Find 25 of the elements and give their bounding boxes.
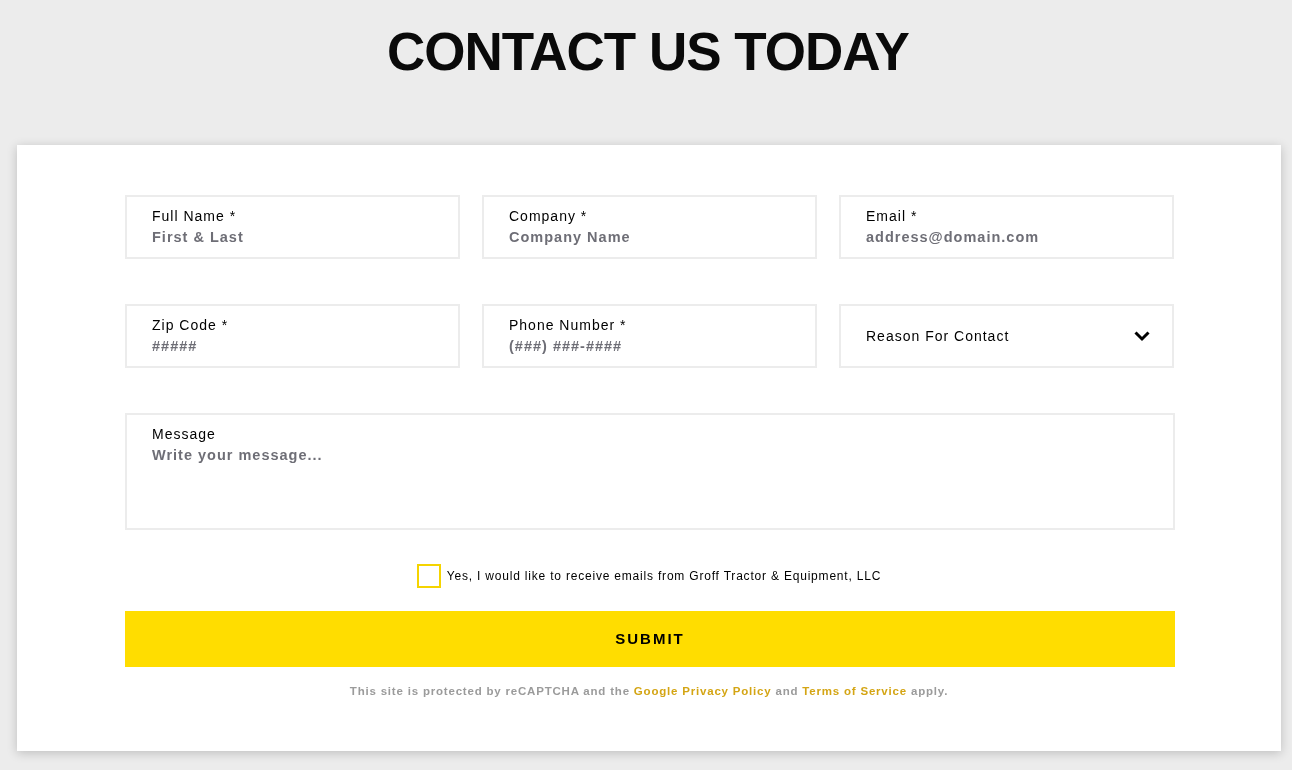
- field-label: Company *: [509, 207, 589, 225]
- field-label: Full Name *: [152, 207, 238, 225]
- checkbox-label: Yes, I would like to receive emails from Groff Tractor & Equipment, LLC: [446, 568, 882, 585]
- recaptcha-notice: This site is protected by reCAPTCHA and the Google Privacy Policy and Terms of Service apply.: [348, 684, 950, 699]
- message-field[interactable]: Message Write your message...: [125, 413, 1175, 530]
- dropdown[interactable]: Reason For Contact: [839, 304, 1174, 368]
- field-label: Email *: [866, 207, 919, 225]
- text-input[interactable]: #####: [152, 336, 448, 358]
- text-input[interactable]: Company Name: [509, 227, 805, 249]
- text-input[interactable]: address@domain.com: [866, 227, 1162, 249]
- input-field[interactable]: Phone Number * (###) ###-####: [482, 304, 817, 368]
- chevron-down-icon: [1134, 330, 1150, 342]
- input-field[interactable]: Zip Code * #####: [125, 304, 460, 368]
- message-input[interactable]: Write your message...: [152, 445, 1163, 520]
- text-input[interactable]: (###) ###-####: [509, 336, 805, 358]
- field-label: Zip Code *: [152, 316, 230, 334]
- input-field[interactable]: Company * Company Name: [482, 195, 817, 259]
- page-heading: CONTACT US TODAY: [387, 23, 909, 81]
- field-label: Phone Number *: [509, 316, 628, 334]
- field-label: Message: [152, 425, 217, 443]
- input-field[interactable]: Email * address@domain.com: [839, 195, 1174, 259]
- checkbox[interactable]: [416, 564, 441, 588]
- input-field[interactable]: Full Name * First & Last: [125, 195, 460, 259]
- submit-button[interactable]: SUBMIT: [125, 611, 1175, 667]
- text-input[interactable]: First & Last: [152, 227, 448, 249]
